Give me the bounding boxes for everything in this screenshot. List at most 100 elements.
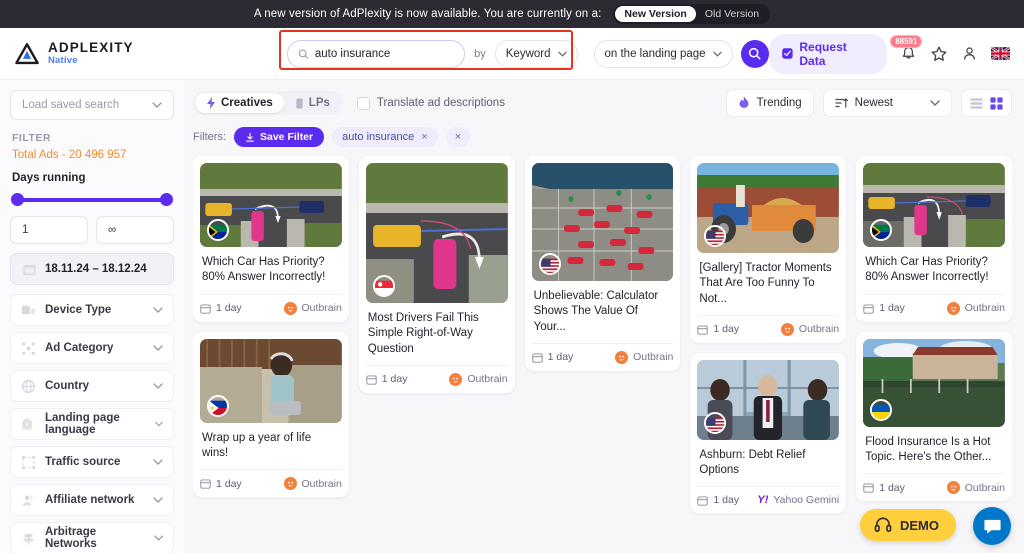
request-data-button[interactable]: Request Data	[769, 34, 888, 74]
creative-network: Outbrain	[947, 481, 1005, 494]
search-scope-select[interactable]: on the landing page	[594, 40, 733, 68]
date-range-picker[interactable]: 18.11.24 – 18.12.24	[10, 253, 174, 285]
creative-thumbnail[interactable]	[863, 163, 1005, 247]
tab-lps-label: LPs	[309, 97, 330, 109]
creative-card[interactable]: Most Drivers Fail This Simple Right-of-W…	[359, 156, 515, 393]
search-type-select[interactable]: Keyword	[495, 40, 578, 68]
creative-network: Outbrain	[284, 302, 342, 315]
creative-days-running: 1 day	[200, 302, 242, 314]
days-max-input[interactable]: ∞	[96, 216, 174, 244]
filters-label: Filters:	[193, 131, 226, 143]
chevron-down-icon	[558, 51, 567, 57]
search-submit-button[interactable]	[741, 40, 769, 68]
calendar-icon	[200, 303, 211, 314]
search-input[interactable]	[315, 48, 454, 60]
creative-footer: 1 day Y! Yahoo Gemini	[697, 486, 839, 506]
account-button[interactable]	[961, 45, 978, 62]
creative-thumbnail[interactable]	[863, 339, 1005, 427]
notifications-button[interactable]: 88591	[900, 40, 917, 67]
sidebar-item-affiliate-network[interactable]: Affiliate network	[10, 484, 174, 516]
creative-card[interactable]: Unbelievable: Calculator Shows The Value…	[525, 156, 681, 371]
creative-card[interactable]: Which Car Has Priority? 80% Answer Incor…	[193, 156, 349, 322]
creative-card[interactable]: [Gallery] Tractor Moments That Are Too F…	[690, 156, 846, 343]
creative-card[interactable]: Flood Insurance Is a Hot Topic. Here's t…	[856, 332, 1012, 502]
creative-thumbnail[interactable]	[697, 360, 839, 440]
outbrain-icon	[947, 302, 960, 315]
creative-footer: 1 day Outbrain	[697, 315, 839, 336]
outbrain-icon	[284, 302, 297, 315]
globe-icon	[21, 379, 36, 394]
sidebar-item-traffic-source[interactable]: Traffic source	[10, 446, 174, 478]
creative-title: Flood Insurance Is a Hot Topic. Here's t…	[865, 435, 1003, 466]
load-saved-search-select[interactable]: Load saved search	[10, 90, 174, 120]
list-view-icon[interactable]	[969, 96, 984, 111]
star-icon	[930, 45, 948, 63]
content-toolbar: Creatives LPs Translate ad descriptions	[193, 89, 1012, 117]
new-version-button[interactable]: New Version	[615, 6, 695, 22]
days-running-slider[interactable]	[15, 193, 169, 207]
days-value: 1 day	[713, 323, 739, 335]
creative-thumbnail[interactable]	[697, 163, 839, 253]
sidebar-item-arbitrage-networks[interactable]: Arbitrage Networks	[10, 522, 174, 553]
sidebar-item-ad-category[interactable]: Ad Category	[10, 332, 174, 364]
version-toggle[interactable]: New Version Old Version	[613, 4, 770, 24]
sidebar-item-label: Device Type	[45, 304, 111, 316]
tab-lps[interactable]: LPs	[284, 93, 341, 113]
days-running-label: Days running	[12, 172, 174, 184]
creative-thumbnail[interactable]	[200, 339, 342, 423]
chat-button[interactable]	[973, 507, 1011, 545]
language-flag-icon[interactable]	[991, 47, 1010, 60]
sidebar-item-label: Landing page language	[45, 412, 146, 436]
sort-select[interactable]: Newest	[823, 89, 952, 117]
creative-thumbnail[interactable]	[366, 163, 508, 303]
total-ads-count: Total Ads - 20 496 957	[12, 149, 174, 161]
slider-knob-max[interactable]	[160, 193, 173, 206]
favorites-button[interactable]	[930, 45, 948, 63]
days-min-input[interactable]: 1	[10, 216, 88, 244]
creative-card[interactable]: Wrap up a year of life wins! 1 day	[193, 332, 349, 498]
app-header: ADPLEXITY Native by Keyword on t	[0, 28, 1024, 80]
save-filter-button[interactable]: Save Filter	[234, 127, 324, 147]
creative-card[interactable]: Which Car Has Priority? 80% Answer Incor…	[856, 156, 1012, 322]
sidebar-item-country[interactable]: Country	[10, 370, 174, 402]
slider-knob-min[interactable]	[11, 193, 24, 206]
version-banner-text: A new version of AdPlexity is now availa…	[254, 8, 602, 20]
country-flag-icon	[207, 395, 229, 417]
tab-creatives[interactable]: Creatives	[195, 93, 284, 113]
close-icon[interactable]: ×	[421, 131, 427, 143]
headset-icon	[874, 517, 892, 533]
country-flag-icon	[207, 219, 229, 241]
filter-chip-keyword[interactable]: auto insurance ×	[332, 127, 438, 147]
logo[interactable]: ADPLEXITY Native	[14, 41, 185, 67]
category-icon	[21, 341, 36, 356]
outbrain-icon	[449, 373, 462, 386]
creative-title: Wrap up a year of life wins!	[202, 431, 340, 462]
translate-descriptions-checkbox[interactable]: Translate ad descriptions	[357, 97, 505, 110]
sidebar-item-label: Ad Category	[45, 342, 113, 354]
clear-all-filters-button[interactable]: ×	[446, 127, 470, 147]
chevron-down-icon	[153, 307, 163, 313]
sidebar-item-landing-page-language[interactable]: A Landing page language	[10, 408, 174, 440]
creative-thumbnail[interactable]	[532, 163, 674, 281]
creative-card[interactable]: Ashburn: Debt Relief Options 1 day Y! Ya…	[690, 353, 846, 514]
trending-button[interactable]: Trending	[726, 89, 814, 117]
creative-title: Which Car Has Priority? 80% Answer Incor…	[202, 255, 340, 286]
chevron-down-icon	[153, 497, 163, 503]
sidebar-item-device-type[interactable]: Device Type	[10, 294, 174, 326]
calendar-icon	[200, 478, 211, 489]
creative-network: Outbrain	[947, 302, 1005, 315]
old-version-button[interactable]: Old Version	[696, 6, 768, 22]
creative-footer: 1 day Outbrain	[863, 473, 1005, 494]
chevron-down-icon	[152, 102, 162, 108]
creative-footer: 1 day Outbrain	[200, 294, 342, 315]
grid-view-icon[interactable]	[989, 96, 1004, 111]
filter-chip-label: auto insurance	[342, 131, 414, 143]
country-flag-icon	[870, 399, 892, 421]
demo-label: DEMO	[900, 518, 939, 533]
creative-thumbnail[interactable]	[200, 163, 342, 247]
slider-track	[15, 198, 169, 202]
search-field-wrap[interactable]	[287, 40, 465, 68]
demo-button[interactable]: DEMO	[860, 509, 956, 541]
creative-footer: 1 day Outbrain	[366, 365, 508, 386]
creative-footer: 1 day Outbrain	[200, 469, 342, 490]
